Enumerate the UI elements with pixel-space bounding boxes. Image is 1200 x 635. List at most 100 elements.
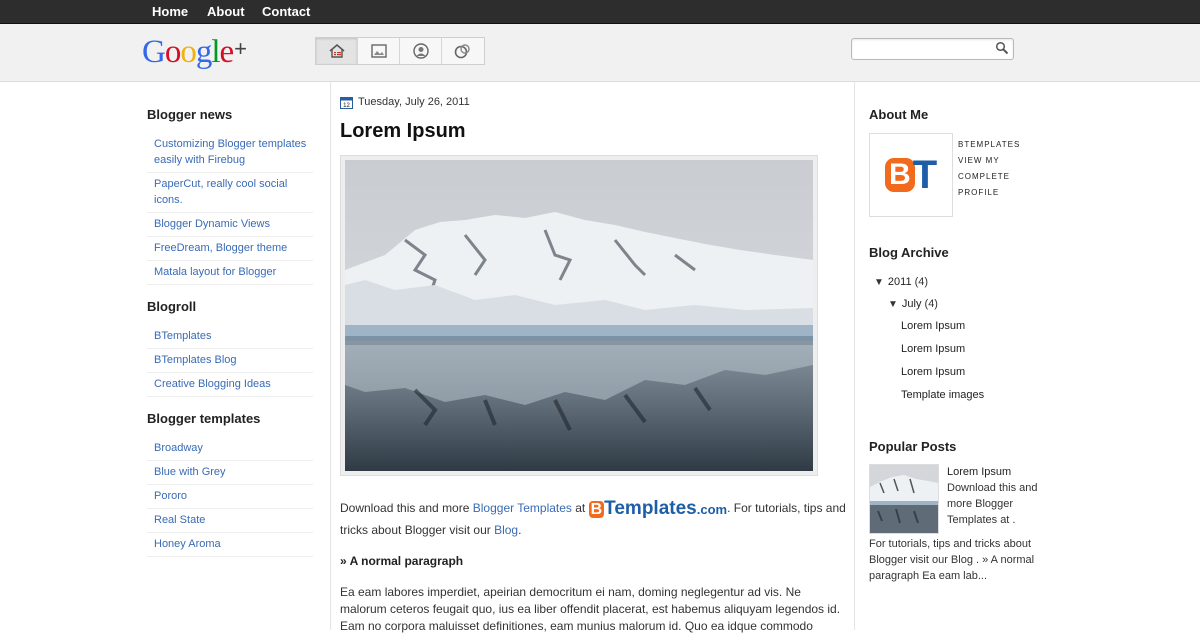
blogger-news-link[interactable]: Matala layout for Blogger: [154, 266, 276, 278]
archive-post-row: Lorem Ipsum: [869, 338, 1039, 361]
popular-post: Lorem Ipsum Download this and more Blogg…: [869, 464, 1039, 534]
archive-post-link[interactable]: Lorem Ipsum: [901, 320, 965, 332]
nav-contact-link[interactable]: Contact: [262, 4, 310, 19]
popular-post-thumbnail[interactable]: [869, 464, 939, 534]
blogger-news-link[interactable]: Customizing Blogger templates easily wit…: [154, 138, 306, 166]
archive-post-link[interactable]: Lorem Ipsum: [901, 366, 965, 378]
post-text-segment: .: [518, 523, 522, 537]
archive-year-link[interactable]: 2011: [888, 276, 912, 288]
blogger-news-link[interactable]: PaperCut, really cool social icons.: [154, 178, 287, 206]
archive-month-count: (4): [924, 298, 938, 310]
profile-icon: [412, 43, 429, 59]
view-profile-text: VIEW MY: [958, 156, 1000, 165]
list-item: Blogger Dynamic Views: [147, 213, 313, 237]
left-sidebar: Blogger news Customizing Blogger templat…: [147, 107, 313, 571]
blogroll-list: BTemplates BTemplates Blog Creative Blog…: [147, 325, 313, 397]
blogroll-link[interactable]: Creative Blogging Ideas: [154, 378, 271, 390]
widget-title-popular-posts: Popular Posts: [869, 439, 957, 454]
archive-post-link[interactable]: Lorem Ipsum: [901, 343, 965, 355]
glacier-mountain-image: [345, 160, 813, 471]
list-item: Blue with Grey: [147, 461, 313, 485]
list-item: Honey Aroma: [147, 533, 313, 557]
collapse-toggle-icon[interactable]: ▼: [874, 277, 884, 288]
list-item: Broadway: [147, 437, 313, 461]
list-item: FreeDream, Blogger theme: [147, 237, 313, 261]
right-sidebar: About Me BT BTEMPLATES VIEW MY COMPLETE …: [869, 107, 1039, 584]
view-profile-link[interactable]: VIEW MY COMPLETE PROFILE: [958, 153, 1020, 201]
blogroll-link[interactable]: BTemplates Blog: [154, 354, 237, 366]
blogroll-link[interactable]: BTemplates: [154, 330, 211, 342]
list-item: Matala layout for Blogger: [147, 261, 313, 285]
archive-year-row: ▼ 2011 (4): [869, 271, 1039, 293]
toolbar-home-button[interactable]: [316, 38, 358, 64]
main-post: 12 Tuesday, July 26, 2011 Lorem Ipsum Do…: [340, 94, 848, 635]
bt-logo-b: B: [588, 501, 605, 518]
search-box[interactable]: [851, 38, 1014, 60]
list-item: PaperCut, really cool social icons.: [147, 173, 313, 213]
logo-plus: +: [234, 36, 248, 61]
popular-post-title-link[interactable]: Lorem Ipsum: [947, 466, 1011, 478]
widget-title-blog-archive: Blog Archive: [869, 245, 949, 260]
list-item: Pororo: [147, 485, 313, 509]
profile-image[interactable]: BT: [869, 133, 953, 217]
widget-title-blogger-news: Blogger news: [147, 107, 233, 122]
profile-name[interactable]: BTEMPLATES: [958, 137, 1020, 153]
toolbar-profile-button[interactable]: [400, 38, 442, 64]
bt-logo-com: .com: [696, 502, 728, 517]
post-text-segment: at: [571, 501, 589, 515]
view-profile-text: PROFILE: [958, 188, 1000, 197]
view-profile-text: COMPLETE: [958, 172, 1011, 181]
header: Google+: [0, 24, 1200, 82]
popular-post-snippet-continued: For tutorials, tips and tricks about Blo…: [869, 538, 1035, 582]
search-input[interactable]: [856, 40, 990, 58]
logo-letter: o: [164, 34, 181, 70]
profile-meta: BTEMPLATES VIEW MY COMPLETE PROFILE: [958, 137, 1020, 217]
calendar-icon: 12: [340, 96, 353, 109]
post-date: Tuesday, July 26, 2011: [358, 96, 470, 108]
archive-post-row: Lorem Ipsum: [869, 315, 1039, 338]
list-item: Customizing Blogger templates easily wit…: [147, 133, 313, 173]
logo-letter: G: [142, 34, 166, 70]
blogger-news-link[interactable]: FreeDream, Blogger theme: [154, 242, 287, 254]
archive-month-row: ▼ July (4): [869, 293, 1039, 315]
nav-about-link[interactable]: About: [207, 4, 245, 19]
archive-year-count: (4): [914, 276, 929, 288]
search-icon[interactable]: [995, 41, 1009, 55]
logo-letter: g: [195, 34, 212, 70]
widget-title-blogroll: Blogroll: [147, 299, 197, 314]
blogger-news-link[interactable]: Blogger Dynamic Views: [154, 218, 270, 230]
template-link[interactable]: Honey Aroma: [154, 538, 221, 550]
btemplates-logo-link[interactable]: B Templates.com: [588, 498, 728, 520]
blogger-templates-link[interactable]: Blogger Templates: [473, 501, 572, 515]
post-image[interactable]: [340, 155, 818, 476]
template-link[interactable]: Blue with Grey: [154, 466, 226, 478]
toolbar-photos-button[interactable]: [358, 38, 400, 64]
archive-post-row: Lorem Ipsum: [869, 361, 1039, 384]
collapse-toggle-icon[interactable]: ▼: [888, 299, 898, 310]
google-plus-logo[interactable]: Google+: [142, 34, 247, 71]
bt-logo-b: B: [884, 158, 915, 192]
post-title[interactable]: Lorem Ipsum: [340, 120, 848, 143]
archive-post-link[interactable]: Template images: [901, 389, 984, 401]
widget-title-blogger-templates: Blogger templates: [147, 411, 261, 426]
blog-link[interactable]: Blog: [494, 523, 518, 537]
popular-post-text: Lorem Ipsum Download this and more Blogg…: [947, 464, 1039, 534]
home-icon: [328, 43, 345, 58]
logo-letter: l: [211, 34, 220, 70]
circles-icon: [454, 44, 470, 59]
list-item: BTemplates Blog: [147, 349, 313, 373]
post-subheading: » A normal paragraph: [340, 554, 464, 568]
list-item: Creative Blogging Ideas: [147, 373, 313, 397]
template-link[interactable]: Real State: [154, 514, 205, 526]
bt-logo-text: Templates: [604, 498, 697, 519]
toolbar-circles-button[interactable]: [442, 38, 483, 64]
archive-month-link[interactable]: July: [902, 298, 922, 310]
about-me-box: BT BTEMPLATES VIEW MY COMPLETE PROFILE: [869, 133, 1039, 217]
post-date-row: 12 Tuesday, July 26, 2011: [340, 94, 848, 110]
template-link[interactable]: Broadway: [154, 442, 203, 454]
column-divider: [330, 82, 331, 630]
template-link[interactable]: Pororo: [154, 490, 187, 502]
nav-home-link[interactable]: Home: [152, 4, 188, 19]
list-item: Real State: [147, 509, 313, 533]
post-intro: Download this and more Blogger Templates…: [340, 498, 848, 540]
